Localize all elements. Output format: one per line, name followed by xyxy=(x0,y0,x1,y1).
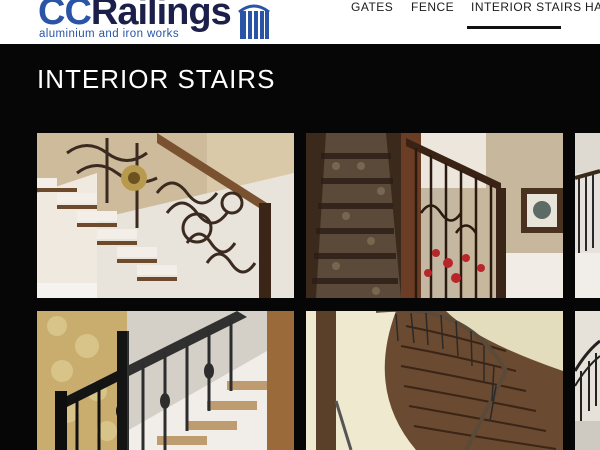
nav-item-interior-stairs[interactable]: INTERIOR STAIRS xyxy=(471,0,582,14)
gallery-image-carpet-runner-stairs[interactable] xyxy=(306,133,563,298)
nav-item-fence[interactable]: FENCE xyxy=(411,0,454,14)
gallery-image-partial-right-top[interactable] xyxy=(575,133,600,298)
nav-active-indicator xyxy=(467,26,561,29)
gallery-image-ornate-scroll-railing[interactable] xyxy=(37,133,294,298)
main-nav: GATES FENCE INTERIOR STAIRS HA xyxy=(0,0,600,44)
nav-item-ha[interactable]: HA xyxy=(585,0,600,14)
gallery-image-curved-staircase[interactable] xyxy=(306,311,563,450)
gallery-image-partial-right-bottom[interactable] xyxy=(575,311,600,450)
page-title: INTERIOR STAIRS xyxy=(37,64,276,94)
gallery-image-iron-balusters-wrapped[interactable] xyxy=(37,311,294,450)
nav-item-gates[interactable]: GATES xyxy=(351,0,393,14)
site-header: CCRailings aluminium and iron works GATE… xyxy=(0,0,600,44)
